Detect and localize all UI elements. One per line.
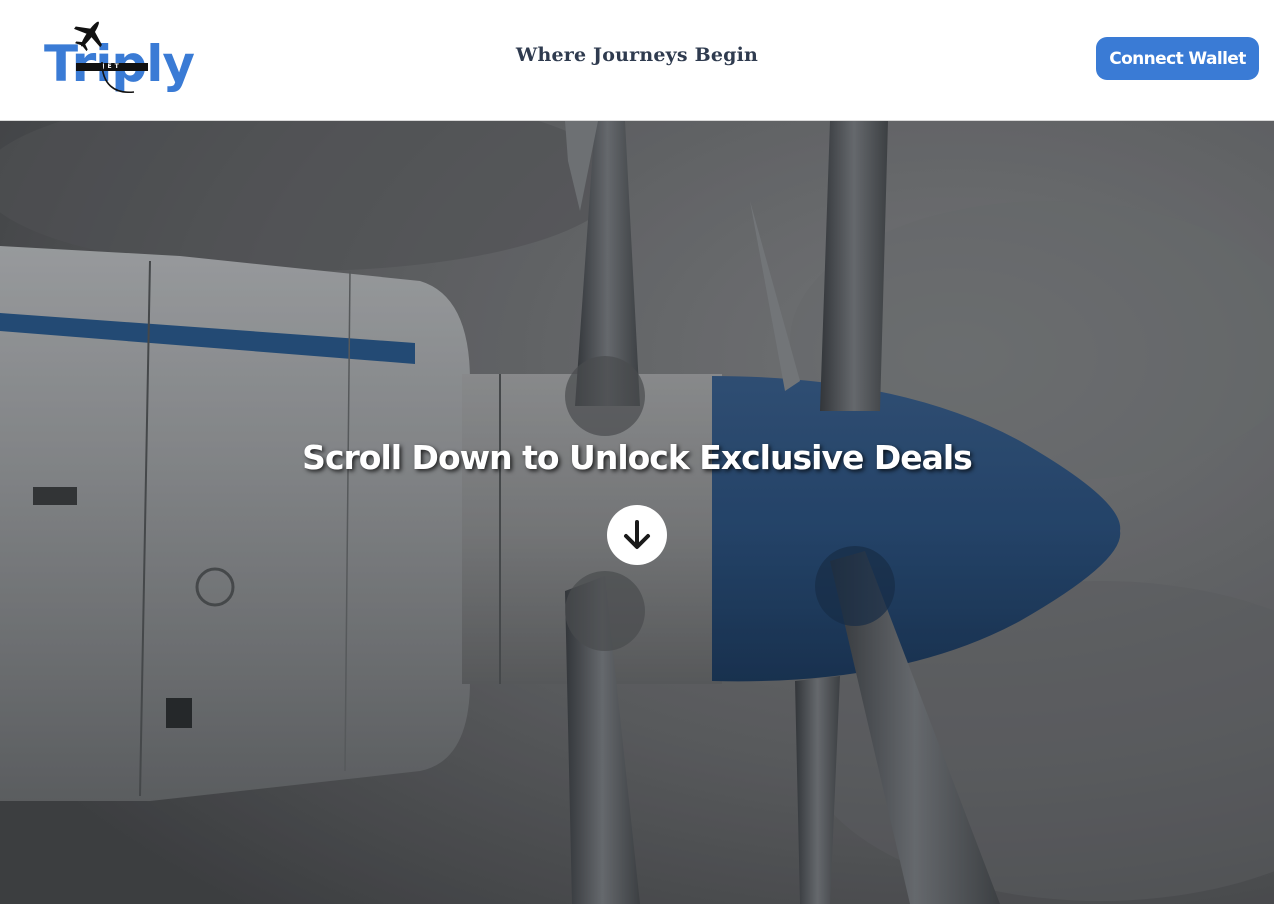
tagline: Where Journeys Begin <box>515 44 759 66</box>
scroll-down-button[interactable] <box>607 505 667 565</box>
hero-section: Scroll Down to Unlock Exclusive Deals <box>0 121 1274 904</box>
site-header: Triply JET Where Journeys Begin Connect … <box>0 0 1274 121</box>
hero-headline: Scroll Down to Unlock Exclusive Deals <box>302 438 973 477</box>
connect-wallet-button[interactable]: Connect Wallet <box>1096 37 1259 80</box>
arrow-down-icon <box>624 520 650 549</box>
